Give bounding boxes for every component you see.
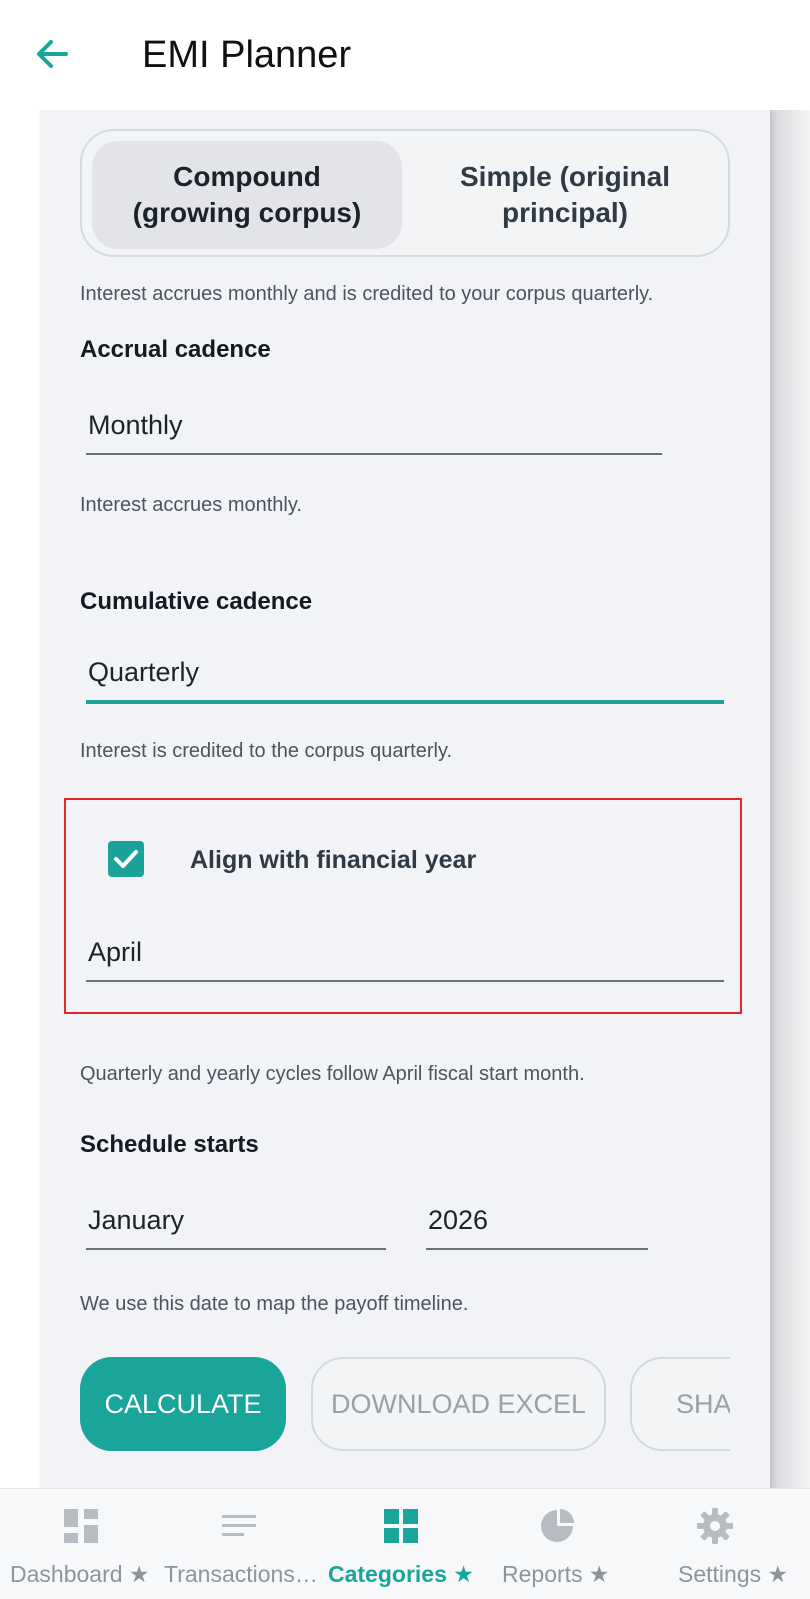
share-button-clip: SHARE	[630, 1357, 730, 1451]
nav-categories-label: Categories ★	[328, 1561, 474, 1587]
nav-settings-label: Settings ★	[678, 1561, 789, 1587]
back-button[interactable]	[32, 34, 72, 74]
accrual-cadence-select[interactable]: Monthly	[86, 395, 662, 455]
nav-dashboard-label: Dashboard ★	[10, 1561, 150, 1587]
schedule-helper-text: We use this date to map the payoff timel…	[80, 1293, 469, 1315]
nav-categories[interactable]: Categories ★	[320, 1489, 480, 1599]
page-title: EMI Planner	[142, 34, 352, 76]
fiscal-helper-text: Quarterly and yearly cycles follow April…	[80, 1063, 585, 1085]
schedule-year-value: 2026	[428, 1205, 489, 1235]
fiscal-start-month-value: April	[88, 937, 143, 967]
checkmark-icon	[114, 850, 138, 868]
nav-reports[interactable]: Reports ★	[480, 1489, 640, 1599]
cumulative-cadence-label: Cumulative cadence	[80, 588, 313, 615]
nav-reports-label: Reports ★	[502, 1561, 610, 1587]
nav-dashboard[interactable]: Dashboard ★	[0, 1489, 160, 1599]
schedule-starts-label: Schedule starts	[80, 1131, 259, 1158]
simple-option[interactable]: Simple (original principal)	[410, 141, 720, 249]
schedule-month-select[interactable]: January	[86, 1186, 386, 1250]
gear-icon	[697, 1508, 733, 1544]
accrual-cadence-value: Monthly	[88, 410, 183, 440]
list-icon	[222, 1515, 256, 1536]
calculate-button[interactable]: CALCULATE	[80, 1357, 286, 1451]
dashboard-icon	[64, 1509, 98, 1543]
schedule-year-select[interactable]: 2026	[426, 1186, 648, 1250]
accrual-cadence-label: Accrual cadence	[80, 336, 271, 363]
arrow-left-icon	[37, 40, 68, 68]
financial-year-label: Align with financial year	[190, 846, 477, 874]
accrual-helper-text: Interest accrues monthly.	[80, 494, 302, 516]
share-button[interactable]: SHARE	[630, 1357, 730, 1451]
cumulative-cadence-value: Quarterly	[88, 657, 200, 687]
nav-transactions-label: Transactions…	[164, 1561, 318, 1587]
mode-helper-text: Interest accrues monthly and is credited…	[80, 283, 654, 305]
schedule-month-value: January	[88, 1205, 185, 1235]
app-bar: EMI Planner	[0, 0, 810, 110]
interest-mode-toggle: Compound (growing corpus) Simple (origin…	[80, 129, 730, 257]
grid-icon	[384, 1509, 418, 1543]
download-excel-button[interactable]: DOWNLOAD EXCEL	[311, 1357, 606, 1451]
bottom-navigation: Dashboard ★ Transactions… Categories ★ R…	[0, 1488, 810, 1599]
pie-chart-icon	[541, 1509, 574, 1542]
financial-year-checkbox[interactable]	[108, 841, 144, 877]
fiscal-start-month-select[interactable]: April	[86, 918, 724, 982]
compound-option[interactable]: Compound (growing corpus)	[92, 141, 402, 249]
right-gutter	[770, 110, 810, 1490]
nav-settings[interactable]: Settings ★	[640, 1489, 810, 1599]
cumulative-helper-text: Interest is credited to the corpus quart…	[80, 740, 453, 762]
left-gutter	[0, 110, 40, 1490]
nav-transactions[interactable]: Transactions…	[160, 1489, 320, 1599]
cumulative-cadence-select[interactable]: Quarterly	[86, 642, 724, 704]
